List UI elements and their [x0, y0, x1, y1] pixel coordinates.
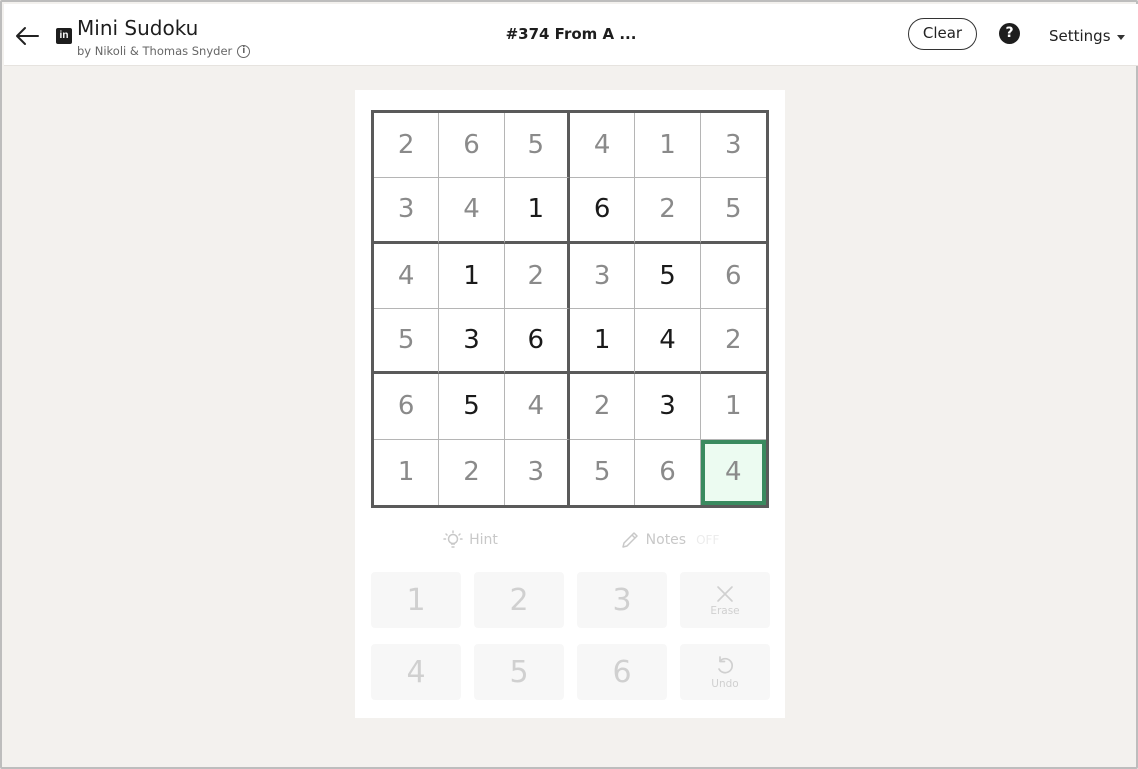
sudoku-cell[interactable]: 6: [635, 439, 701, 505]
byline-text: by Nikoli & Thomas Snyder: [77, 44, 233, 58]
sudoku-cell[interactable]: 6: [504, 309, 570, 375]
close-icon: [717, 585, 733, 602]
key-1[interactable]: 1: [371, 572, 461, 628]
notes-label: Notes: [645, 532, 687, 548]
key-6[interactable]: 6: [577, 644, 667, 700]
info-icon[interactable]: i: [237, 44, 251, 58]
sudoku-cell[interactable]: 5: [635, 243, 701, 309]
byline: by Nikoli & Thomas Snyder i: [77, 44, 251, 58]
sudoku-cell[interactable]: 2: [700, 309, 766, 375]
tool-row: Hint Notes OFF: [371, 522, 769, 558]
sudoku-cell[interactable]: 6: [570, 178, 636, 244]
sudoku-cell[interactable]: 5: [570, 439, 636, 505]
hint-label: Hint: [469, 532, 498, 548]
sudoku-cell[interactable]: 3: [505, 439, 570, 505]
erase-button[interactable]: Erase: [680, 572, 770, 628]
sudoku-cell[interactable]: 1: [439, 243, 505, 309]
sudoku-cell[interactable]: 6: [374, 374, 440, 440]
sudoku-cell[interactable]: 1: [570, 309, 636, 375]
settings-label: Settings: [1049, 27, 1111, 45]
key-2[interactable]: 2: [474, 572, 564, 628]
sudoku-cell[interactable]: 5: [504, 113, 570, 179]
sudoku-cell[interactable]: 1: [504, 178, 570, 244]
caret-down-icon: [1116, 34, 1125, 40]
key-4[interactable]: 4: [371, 644, 461, 700]
app-frame: in Mini Sudoku by Nikoli & Thomas Snyder…: [0, 0, 1138, 769]
clear-button[interactable]: Clear: [908, 18, 977, 50]
selected-cell[interactable]: 4: [700, 439, 766, 505]
sudoku-cell[interactable]: 2: [439, 439, 505, 505]
header-bar: in Mini Sudoku by Nikoli & Thomas Snyder…: [4, 4, 1138, 66]
sudoku-cell[interactable]: 6: [700, 244, 766, 309]
sudoku-cell[interactable]: 3: [635, 374, 701, 440]
undo-button[interactable]: Undo: [680, 644, 770, 700]
number-keypad: 1 2 3 Erase 4 5 6 Undo: [371, 572, 771, 700]
sudoku-cell[interactable]: 3: [439, 309, 505, 375]
sudoku-cell[interactable]: 5: [439, 374, 505, 440]
sudoku-cell[interactable]: 3: [570, 243, 636, 309]
sudoku-cell[interactable]: 6: [439, 113, 505, 179]
sudoku-cell[interactable]: 1: [635, 113, 701, 179]
help-icon[interactable]: ?: [999, 23, 1020, 44]
sudoku-cell[interactable]: 1: [374, 439, 440, 505]
sudoku-cell[interactable]: 3: [374, 178, 440, 244]
notes-state: OFF: [696, 533, 720, 547]
sudoku-cell[interactable]: 3: [700, 113, 766, 179]
sudoku-cell[interactable]: 5: [374, 309, 440, 375]
sudoku-cell[interactable]: 4: [570, 113, 636, 179]
key-3[interactable]: 3: [577, 572, 667, 628]
hint-button[interactable]: Hint: [371, 522, 570, 558]
sudoku-cell[interactable]: 2: [570, 374, 636, 440]
sudoku-cell[interactable]: 4: [439, 178, 505, 244]
erase-label: Erase: [710, 604, 740, 617]
sudoku-cell[interactable]: 1: [700, 374, 766, 440]
undo-label: Undo: [711, 677, 739, 690]
sudoku-cell[interactable]: 2: [374, 113, 440, 179]
sudoku-cell[interactable]: 4: [504, 374, 570, 440]
sudoku-cell[interactable]: 2: [635, 178, 701, 244]
pencil-icon: [621, 532, 638, 548]
game-panel: 265413341625412356536142654231123564 Hin…: [355, 90, 785, 718]
sudoku-cell[interactable]: 4: [374, 243, 440, 309]
notes-toggle[interactable]: Notes OFF: [570, 522, 769, 558]
key-5[interactable]: 5: [474, 644, 564, 700]
sudoku-cell[interactable]: 4: [635, 309, 701, 375]
sudoku-cell[interactable]: 5: [700, 178, 766, 244]
undo-icon: [718, 655, 734, 674]
sudoku-cell[interactable]: 2: [504, 243, 570, 309]
settings-dropdown[interactable]: Settings: [1049, 27, 1125, 45]
lightbulb-icon: [443, 530, 463, 548]
sudoku-board: 265413341625412356536142654231123564: [371, 110, 769, 508]
